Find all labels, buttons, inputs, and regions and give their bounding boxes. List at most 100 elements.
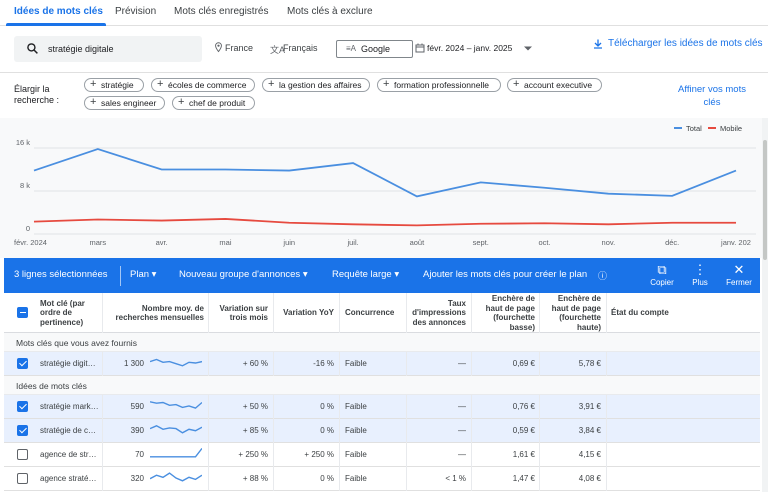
network-selector[interactable]: ≡A Google [336, 40, 413, 58]
table-row[interactable]: agence de str… 70 + 250 % + 250 % Faible — 1,6… [4, 443, 760, 467]
keyword-cell: stratégie mark… [40, 402, 99, 411]
broaden-chip[interactable]: + stratégie [84, 78, 144, 92]
broaden-chip[interactable]: + la gestion des affaires [262, 78, 370, 92]
column-avg-searches[interactable]: Nombre moy. de recherches mensuelles [108, 293, 205, 333]
plus-icon: + [90, 78, 97, 90]
toolbar-divider [120, 266, 121, 286]
column-divider [102, 467, 103, 491]
column-account-status[interactable]: État du compte [611, 293, 701, 333]
column-bid-low[interactable]: Enchère de haut de page (fourchette bass… [473, 293, 535, 333]
plus-icon: + [513, 78, 520, 90]
help-icon[interactable]: ⓘ [598, 269, 607, 282]
more-vert-icon: ⋮ [693, 262, 707, 277]
competition-cell: Faible [345, 402, 367, 411]
column-divider [102, 293, 103, 333]
search-query: stratégie digitale [48, 44, 114, 54]
row-checkbox[interactable] [17, 401, 28, 412]
sparkline-cell [149, 399, 203, 415]
add-keywords-to-plan-button[interactable]: Ajouter les mots clés pour créer le plan [423, 269, 587, 280]
column-divider [539, 293, 540, 333]
table-row[interactable]: stratégie digit… 1 300 + 60 % -16 % Faible — 0… [4, 352, 760, 376]
keyword-cell: agence straté… [40, 474, 97, 483]
column-divider [539, 443, 540, 467]
table-row[interactable]: stratégie de c… 390 + 85 % 0 % Faible — 0,59 €… [4, 419, 760, 443]
competition-cell: Faible [345, 474, 367, 483]
broaden-chip[interactable]: + chef de produit [172, 96, 255, 110]
column-divider [339, 395, 340, 419]
tab-negative-keywords[interactable]: Mots clés à exclure [287, 6, 373, 17]
column-divider [102, 419, 103, 443]
y-tick-label: 0 [26, 224, 30, 233]
trend-sparkline [149, 401, 203, 409]
x-tick-label: nov. [602, 238, 616, 247]
plus-icon: + [383, 78, 390, 90]
three-month-cell: + 60 % [242, 359, 268, 368]
column-divider [273, 467, 274, 491]
broaden-chip[interactable]: + sales engineer [84, 96, 165, 110]
select-all-checkbox[interactable] [17, 307, 28, 318]
more-button[interactable]: ⋮ Plus [680, 262, 720, 287]
plus-icon: + [268, 78, 275, 90]
match-type-dropdown[interactable]: Requête large ▾ [332, 269, 399, 280]
impression-share-cell: — [458, 426, 466, 435]
search-input[interactable]: stratégie digitale [14, 36, 202, 62]
column-yoy-change[interactable]: Variation YoY [275, 293, 334, 333]
plan-dropdown[interactable]: Plan ▾ [130, 269, 156, 280]
column-divider [606, 443, 607, 467]
network-label: Google [361, 44, 391, 54]
new-ad-group-dropdown[interactable]: Nouveau groupe d'annonces ▾ [179, 269, 308, 280]
column-divider [339, 419, 340, 443]
avg-searches-cell: 1 300 [123, 359, 144, 368]
row-checkbox[interactable] [17, 449, 28, 460]
column-divider [208, 443, 209, 467]
three-month-cell: + 85 % [242, 426, 268, 435]
row-checkbox[interactable] [17, 473, 28, 484]
row-checkbox[interactable] [17, 425, 28, 436]
broaden-chip[interactable]: + account executive [507, 78, 602, 92]
trend-sparkline [149, 425, 203, 434]
column-divider [471, 293, 472, 333]
table-row[interactable]: stratégie mark… 590 + 50 % 0 % Faible — 0,76 €… [4, 395, 760, 419]
impression-share-cell: — [458, 402, 466, 411]
close-selection-button[interactable]: ✕ Fermer [719, 262, 759, 287]
table-row[interactable]: agence straté… 320 + 88 % 0 % Faible < 1 % 1,4… [4, 467, 760, 491]
column-competition[interactable]: Concurrence [345, 293, 403, 333]
column-divider [539, 419, 540, 443]
group-keyword-ideas: Idées de mots clés [4, 376, 760, 395]
tab-forecast[interactable]: Prévision [115, 6, 156, 17]
bid-low-cell: 0,76 € [512, 402, 535, 411]
row-checkbox[interactable] [17, 358, 28, 369]
column-keyword[interactable]: Mot clé (par ordre de pertinence) [40, 293, 102, 333]
bid-high-cell: 4,15 € [578, 450, 601, 459]
column-impression-share[interactable]: Taux d'impressions des annonces [408, 293, 466, 333]
bid-low-cell: 0,69 € [512, 359, 535, 368]
bid-low-cell: 0,59 € [512, 426, 535, 435]
column-bid-high[interactable]: Enchère de haut de page (fourchette haut… [541, 293, 601, 333]
x-tick-label: janv. 202 [720, 238, 751, 247]
page-scrollbar-thumb[interactable] [763, 140, 767, 260]
column-divider [339, 443, 340, 467]
refine-keywords-button[interactable]: Affiner vos mots clés [670, 83, 754, 109]
broaden-chip[interactable]: + formation professionnelle [377, 78, 501, 92]
search-volume-chart: 16 k 8 k 0 févr. 2024 mars avr. mai juin juil. ao… [0, 118, 768, 258]
broaden-chip[interactable]: + écoles de commerce [151, 78, 255, 92]
column-divider [273, 419, 274, 443]
copy-button[interactable]: ⧉ Copier [642, 262, 682, 287]
column-divider [339, 293, 340, 333]
download-ideas-link[interactable]: Télécharger les idées de mots clés [608, 38, 763, 49]
tab-saved-keywords[interactable]: Mots clés enregistrés [174, 6, 268, 17]
keyword-cell: agence de str… [40, 450, 97, 459]
column-three-month-change[interactable]: Variation sur trois mois [210, 293, 268, 333]
competition-cell: Faible [345, 426, 367, 435]
location-selector[interactable]: France [225, 43, 253, 53]
broaden-label: Élargir la recherche : [14, 84, 60, 105]
tab-keyword-ideas[interactable]: Idées de mots clés [14, 6, 103, 17]
bid-high-cell: 4,08 € [578, 474, 601, 483]
date-range-selector[interactable]: févr. 2024 – janv. 2025 [413, 40, 535, 58]
close-icon: ✕ [733, 262, 745, 277]
column-divider [339, 467, 340, 491]
plus-icon: + [178, 96, 185, 108]
bid-high-cell: 3,84 € [578, 426, 601, 435]
table-header: Mot clé (par ordre de pertinence) Nombre… [4, 293, 760, 333]
language-selector[interactable]: Français [283, 43, 318, 53]
